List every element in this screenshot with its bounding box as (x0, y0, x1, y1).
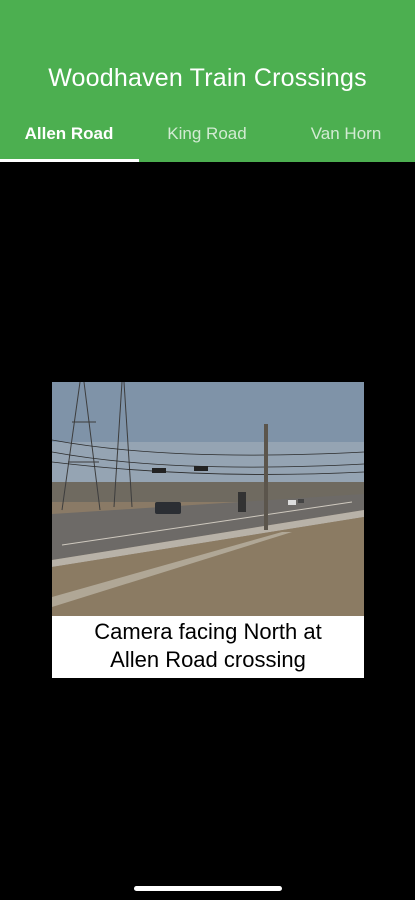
active-tab-indicator (0, 159, 139, 162)
app-title: Woodhaven Train Crossings (48, 64, 367, 92)
camera-caption: Camera facing North at Allen Road crossi… (94, 619, 322, 672)
tab-allen-road[interactable]: Allen Road (0, 120, 138, 162)
home-indicator[interactable] (134, 886, 282, 891)
tab-king-road[interactable]: King Road (138, 120, 276, 162)
camera-card: Camera facing North at Allen Road crossi… (52, 382, 364, 678)
camera-image (52, 382, 364, 616)
app-bar: Woodhaven Train Crossings Allen Road Kin… (0, 0, 415, 162)
crossing-tabs: Allen Road King Road Van Horn (0, 120, 415, 162)
tab-van-horn[interactable]: Van Horn (277, 120, 415, 162)
